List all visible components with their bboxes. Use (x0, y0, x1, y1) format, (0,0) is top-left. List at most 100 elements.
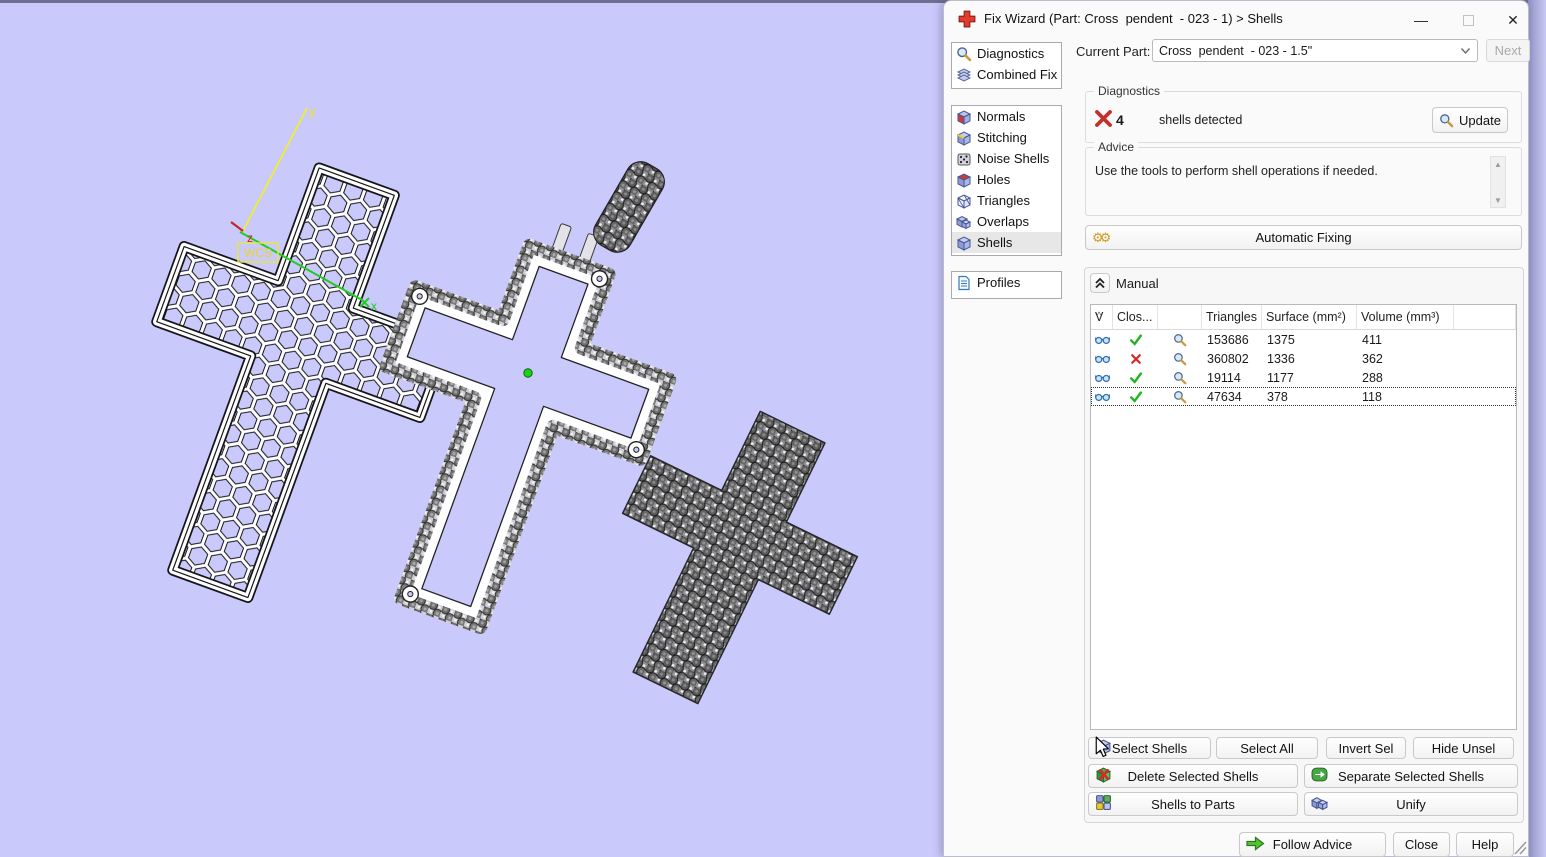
advice-scrollbar[interactable]: ▲ ▼ (1490, 156, 1506, 208)
manual-label: Manual (1116, 276, 1159, 291)
holes-icon (956, 172, 972, 188)
update-icon (1440, 113, 1454, 127)
inspect-icon[interactable] (1173, 371, 1187, 385)
cell-volume: 411 (1362, 332, 1382, 347)
table-row[interactable]: 153686 1375 411 (1091, 330, 1516, 349)
advice-text: Use the tools to perform shell operation… (1095, 164, 1378, 178)
delete-shells-icon (1095, 767, 1112, 783)
select-all-button[interactable]: Select All (1216, 737, 1318, 759)
automatic-fixing-button[interactable]: ⚙⚙ Automatic Fixing (1085, 225, 1522, 250)
inspect-icon[interactable] (1173, 352, 1187, 366)
stitching-icon (956, 130, 972, 146)
cursor-icon (1095, 736, 1109, 758)
maximize-button[interactable] (1457, 11, 1479, 29)
sidebar-item-profiles[interactable]: Profiles (952, 272, 1061, 293)
cell-surface: 1375 (1267, 332, 1295, 347)
sidebar-item-shells[interactable]: Shells (952, 232, 1061, 253)
automatic-fixing-icon: ⚙⚙ (1092, 229, 1111, 245)
column-volume[interactable]: Volume (mm³) (1357, 305, 1454, 329)
dropdown-chevron-icon (1460, 47, 1471, 54)
help-button[interactable]: Help (1456, 832, 1514, 857)
closed-icon (1129, 333, 1142, 346)
triangles-icon (957, 193, 972, 209)
unify-button[interactable]: Unify (1304, 792, 1518, 816)
sidebar-section-diagnostics: Diagnostics Combined Fix (951, 42, 1062, 89)
column-triangles[interactable]: Triangles (1202, 305, 1262, 329)
table-row[interactable]: 360802 1336 362 (1091, 349, 1516, 368)
current-part-dropdown[interactable]: Cross pendent - 023 - 1.5" (1152, 39, 1478, 62)
shells-detected-message: shells detected (1159, 113, 1243, 127)
cell-surface: 1336 (1267, 351, 1295, 366)
invert-selection-button[interactable]: Invert Sel (1326, 737, 1406, 759)
unify-icon (1310, 797, 1329, 811)
dialog-titlebar[interactable]: Fix Wizard (Part: Cross pendent - 023 - … (944, 1, 1528, 37)
visible-icon (1094, 355, 1110, 363)
noise-shells-icon (957, 153, 971, 165)
cell-triangles: 360802 (1207, 351, 1249, 366)
visible-icon (1094, 374, 1110, 382)
visible-icon (1094, 393, 1110, 401)
column-inspect[interactable] (1158, 305, 1202, 329)
close-window-button[interactable]: ✕ (1502, 11, 1524, 29)
sidebar-item-holes[interactable]: Holes (952, 169, 1061, 190)
sidebar-item-combined-fix[interactable]: Combined Fix (952, 64, 1061, 85)
table-row-selected[interactable]: 47634 378 118 (1091, 387, 1516, 406)
shells-table[interactable]: ^ V Clos... Triangles Surface (mm²) Volu… (1090, 304, 1517, 730)
follow-advice-icon (1246, 835, 1265, 851)
dialog-title: Fix Wizard (Part: Cross pendent - 023 - … (984, 11, 1283, 26)
next-button[interactable]: Next (1486, 39, 1530, 62)
column-closed[interactable]: Clos... (1113, 305, 1158, 329)
wcs-label: WCS (244, 246, 272, 260)
inspect-icon[interactable] (1173, 333, 1187, 347)
sort-ascending-icon: ^ (1097, 310, 1102, 320)
cell-volume: 362 (1362, 351, 1383, 366)
table-header[interactable]: ^ V Clos... Triangles Surface (mm²) Volu… (1091, 305, 1516, 330)
sidebar-item-diagnostics[interactable]: Diagnostics (952, 43, 1061, 64)
shells-to-parts-button[interactable]: Shells to Parts (1088, 792, 1298, 816)
sidebar-item-overlaps[interactable]: Overlaps (952, 211, 1061, 232)
separate-selected-shells-button[interactable]: Separate Selected Shells (1304, 764, 1518, 788)
axis-x-label: x (371, 299, 377, 313)
maximize-icon (1462, 14, 1474, 26)
close-button[interactable]: Close (1393, 832, 1450, 857)
delete-selected-shells-button[interactable]: Delete Selected Shells (1088, 764, 1298, 788)
fix-wizard-icon (958, 10, 976, 28)
inspect-icon[interactable] (1173, 390, 1187, 404)
advice-groupbox: Advice (1085, 140, 1522, 216)
fix-wizard-dialog: Fix Wizard (Part: Cross pendent - 023 - … (943, 0, 1530, 857)
cell-triangles: 153686 (1207, 332, 1249, 347)
manual-collapse-button[interactable] (1090, 273, 1110, 293)
sidebar-item-normals[interactable]: Normals (952, 106, 1061, 127)
scroll-down-icon[interactable]: ▼ (1491, 193, 1505, 207)
table-row[interactable]: 19114 1177 288 (1091, 368, 1516, 387)
3d-viewport[interactable]: y x z WCS (0, 0, 943, 857)
sidebar-item-triangles[interactable]: Triangles (952, 190, 1061, 211)
follow-advice-button[interactable]: Follow Advice (1239, 832, 1386, 857)
hide-unselected-button[interactable]: Hide Unsel (1413, 737, 1514, 759)
app-window-edge (1528, 0, 1546, 857)
column-surface[interactable]: Surface (mm²) (1262, 305, 1357, 329)
not-closed-icon (1130, 353, 1141, 364)
sidebar-item-noise-shells[interactable]: Noise Shells (952, 148, 1061, 169)
closed-icon (1129, 371, 1142, 384)
sidebar-section-profiles: Profiles (951, 271, 1062, 299)
sidebar-section-tools: Normals Stitching Noise Shells Holes Tri… (951, 105, 1062, 256)
profiles-icon (958, 275, 970, 290)
normals-icon (956, 109, 972, 125)
diagnostics-group-label: Diagnostics (1094, 84, 1165, 98)
sidebar-item-stitching[interactable]: Stitching (952, 127, 1061, 148)
resize-grip-icon[interactable] (1512, 839, 1527, 855)
scroll-up-icon[interactable]: ▲ (1491, 157, 1505, 171)
closed-icon (1129, 390, 1142, 403)
model-bail-tube (593, 161, 665, 253)
minimize-button[interactable]: — (1410, 11, 1432, 29)
shells-icon (956, 235, 972, 251)
cell-surface: 378 (1267, 389, 1288, 404)
advice-group-label: Advice (1094, 140, 1139, 154)
column-visible[interactable]: ^ V (1091, 305, 1113, 329)
cell-volume: 118 (1362, 389, 1382, 404)
diagnostics-icon (957, 46, 972, 61)
cell-triangles: 47634 (1207, 389, 1242, 404)
model-scene: y x z WCS (151, 104, 859, 705)
update-button[interactable]: Update (1432, 107, 1508, 133)
